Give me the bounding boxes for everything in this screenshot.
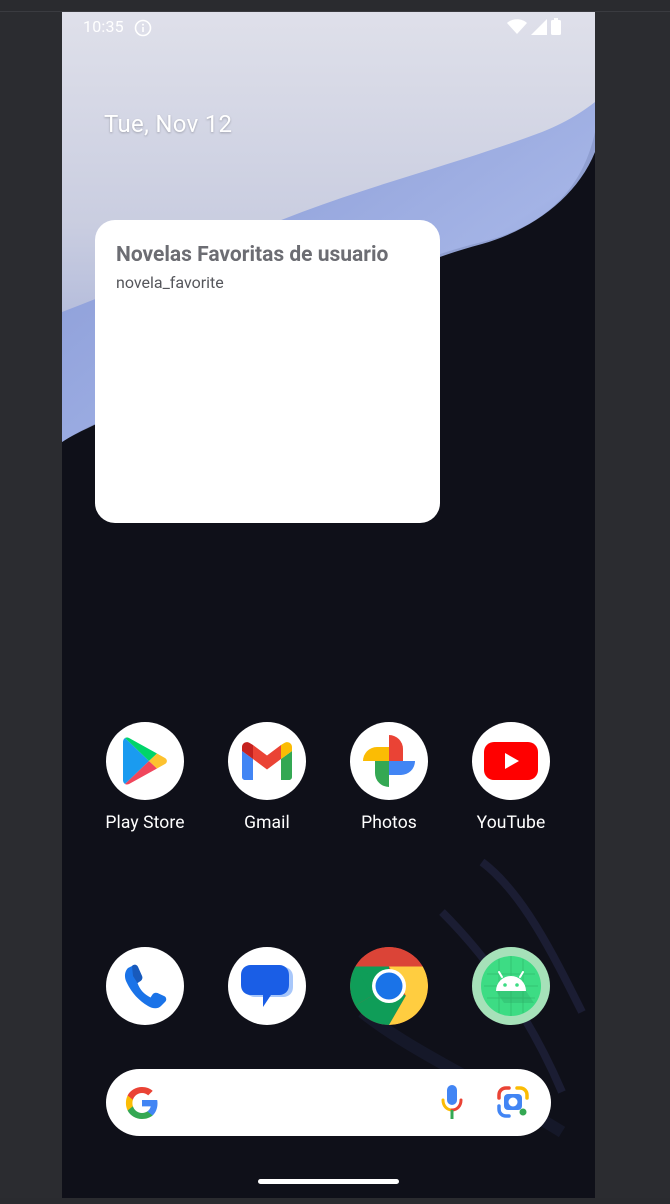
microphone-icon[interactable] — [440, 1084, 464, 1122]
messages-icon — [228, 947, 306, 1025]
emulator-frame-bottom — [0, 1198, 670, 1204]
chrome-icon — [350, 947, 428, 1025]
dock-messages[interactable] — [207, 947, 327, 1077]
date-text[interactable]: Tue, Nov 12 — [104, 110, 232, 138]
info-icon — [134, 19, 152, 37]
app-play-store[interactable]: Play Store — [85, 722, 205, 852]
app-gmail[interactable]: Gmail — [207, 722, 327, 852]
app-photos[interactable]: Photos — [329, 722, 449, 852]
status-bar: 10:35 — [62, 12, 595, 44]
favorite-novels-widget[interactable]: Novelas Favoritas de usuario novela_favo… — [95, 220, 440, 523]
battery-icon — [551, 18, 561, 35]
app-label: Gmail — [244, 813, 290, 833]
gmail-icon — [228, 722, 306, 800]
photos-icon — [350, 722, 428, 800]
signal-icon — [531, 18, 547, 35]
play-store-icon — [106, 722, 184, 800]
phone-icon — [106, 947, 184, 1025]
dock-phone[interactable] — [85, 947, 205, 1077]
status-icons — [507, 18, 561, 35]
dock-android-app[interactable] — [451, 947, 571, 1077]
gesture-nav-handle[interactable] — [258, 1179, 399, 1184]
phone-screen: 10:35 Tue, Nov 12 Novelas Favoritas de u… — [62, 12, 595, 1198]
app-youtube[interactable]: YouTube — [451, 722, 571, 852]
wifi-icon — [507, 18, 527, 34]
app-label: YouTube — [476, 813, 546, 833]
app-label: Play Store — [105, 813, 185, 833]
widget-subtitle: novela_favorite — [116, 273, 224, 292]
google-search-bar[interactable] — [106, 1069, 551, 1136]
status-time: 10:35 — [83, 17, 124, 36]
emulator-frame-top — [0, 0, 670, 12]
youtube-icon — [472, 722, 550, 800]
android-app-icon — [472, 947, 550, 1025]
lens-icon[interactable] — [496, 1085, 530, 1119]
google-g-icon — [125, 1087, 158, 1119]
widget-title: Novelas Favoritas de usuario — [116, 243, 389, 267]
app-label: Photos — [361, 813, 417, 833]
dock-chrome[interactable] — [329, 947, 449, 1077]
